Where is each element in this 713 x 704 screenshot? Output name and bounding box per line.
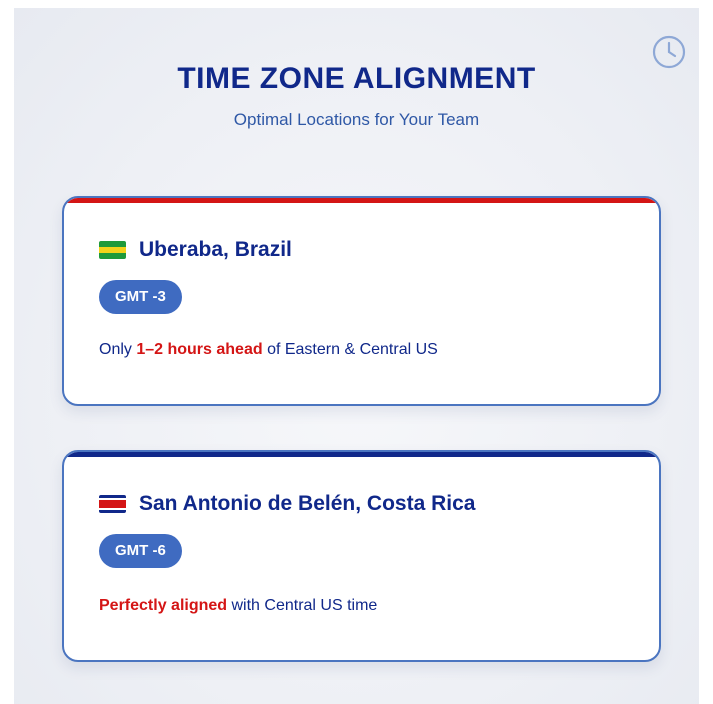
card-accent-bar <box>64 452 659 457</box>
card-title-row: San Antonio de Belén, Costa Rica <box>99 492 475 516</box>
location-name: Uberaba, Brazil <box>139 238 292 261</box>
note-suffix: with Central US time <box>227 597 378 614</box>
note-highlight: Perfectly aligned <box>99 597 228 614</box>
content-panel: TIME ZONE ALIGNMENT Optimal Locations fo… <box>14 8 699 704</box>
location-card-san-antonio: San Antonio de Belén, Costa Rica GMT -6 … <box>62 450 661 662</box>
page-header: TIME ZONE ALIGNMENT Optimal Locations fo… <box>14 62 699 130</box>
note-suffix: of Eastern & Central US <box>262 341 438 358</box>
location-card-uberaba: Uberaba, Brazil GMT -3 Only 1–2 hours ah… <box>62 196 661 406</box>
brazil-flag-icon <box>99 241 126 259</box>
card-accent-bar <box>64 198 659 203</box>
alignment-note: Perfectly aligned with Central US time <box>99 597 377 615</box>
costa-rica-flag-icon <box>99 495 126 513</box>
note-prefix: Only <box>99 341 137 358</box>
location-name: San Antonio de Belén, Costa Rica <box>139 492 476 515</box>
page-subtitle: Optimal Locations for Your Team <box>233 110 480 129</box>
timezone-badge: GMT -3 <box>99 280 182 314</box>
note-highlight: 1–2 hours ahead <box>136 341 263 358</box>
card-title-row: Uberaba, Brazil <box>99 238 292 262</box>
alignment-note: Only 1–2 hours ahead of Eastern & Centra… <box>99 341 438 359</box>
page-title: TIME ZONE ALIGNMENT <box>177 62 536 95</box>
timezone-badge: GMT -6 <box>99 534 182 568</box>
